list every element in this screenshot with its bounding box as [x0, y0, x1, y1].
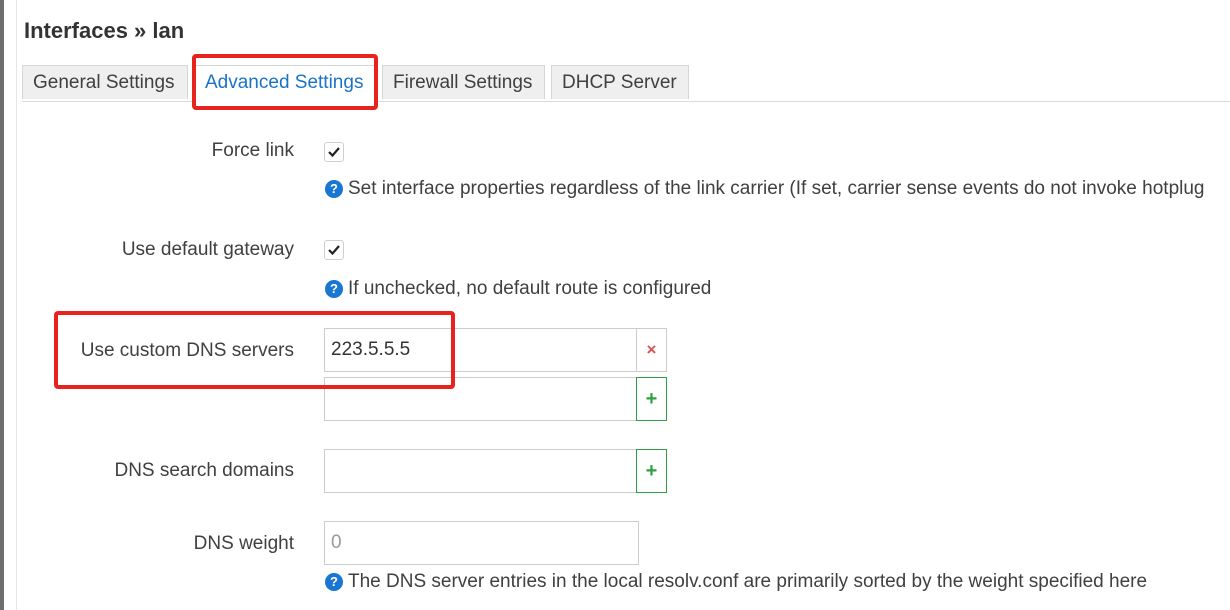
page-title: Interfaces » lan [24, 18, 185, 43]
dns-search-label: DNS search domains [114, 460, 294, 481]
tab-general-settings[interactable]: General Settings [22, 65, 188, 99]
dns-weight-label: DNS weight [193, 533, 294, 554]
force-link-help: ? Set interface properties regardless of … [325, 178, 1204, 200]
highlight-box-tab [192, 54, 378, 110]
default-gateway-checkbox[interactable] [324, 240, 344, 260]
force-link-checkbox[interactable] [324, 142, 344, 162]
help-icon: ? [325, 573, 343, 591]
dns-weight-help-text: The DNS server entries in the local reso… [348, 571, 1148, 592]
default-gateway-label: Use default gateway [121, 239, 294, 260]
remove-dns-button[interactable]: × [636, 328, 667, 372]
tab-dhcp-server[interactable]: DHCP Server [551, 65, 689, 99]
dns-weight-help: ? The DNS server entries in the local res… [325, 571, 1147, 593]
tab-firewall-settings[interactable]: Firewall Settings [382, 65, 545, 99]
help-icon: ? [325, 280, 343, 298]
add-search-domain-button[interactable]: + [636, 449, 667, 493]
force-link-help-text: Set interface properties regardless of t… [348, 178, 1205, 199]
add-dns-button[interactable]: + [636, 377, 667, 421]
default-gateway-help: ? If unchecked, no default route is confi… [325, 278, 711, 300]
highlight-box-dns [54, 311, 455, 389]
force-link-label: Force link [211, 140, 294, 161]
dns-weight-input[interactable]: 0 [324, 521, 639, 565]
help-icon: ? [325, 180, 343, 198]
checkmark-icon [328, 245, 340, 256]
checkmark-icon [328, 147, 340, 158]
dns-search-input[interactable] [324, 449, 637, 493]
default-gateway-help-text: If unchecked, no default route is config… [348, 278, 712, 299]
sidebar-gutter [4, 0, 17, 610]
